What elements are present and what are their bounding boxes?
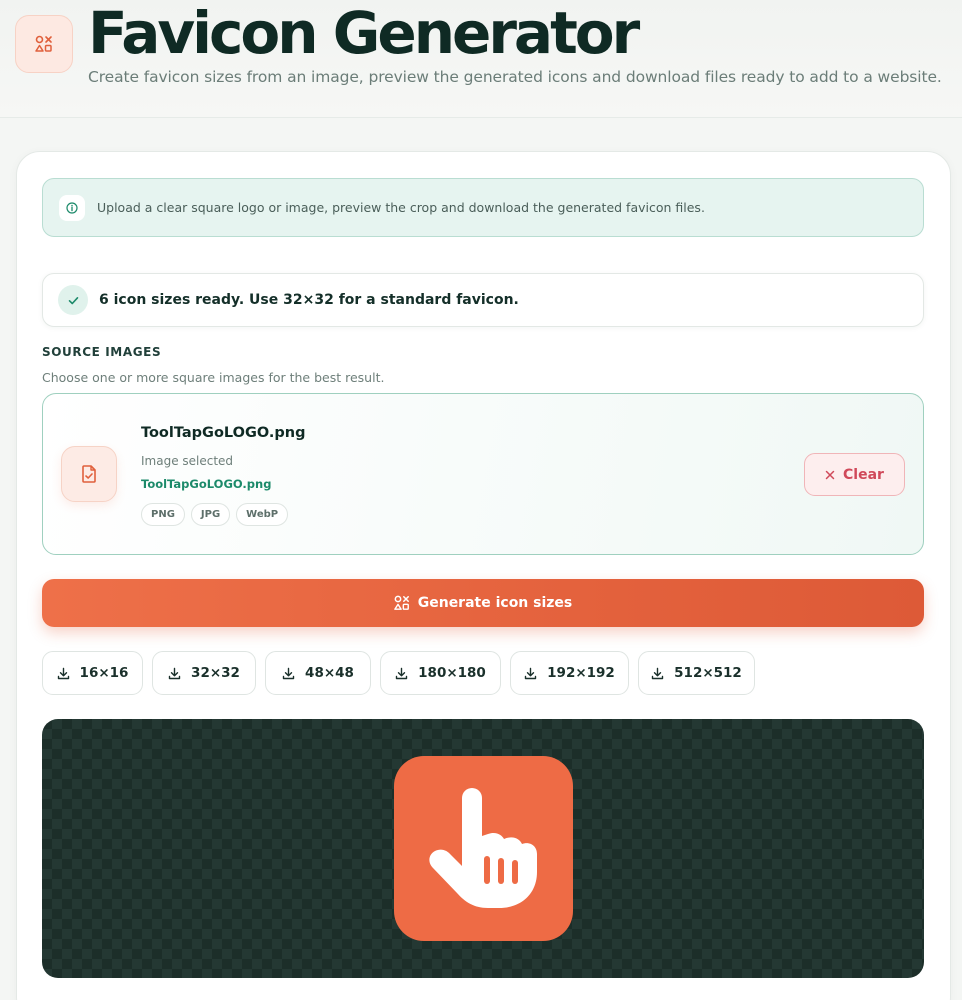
format-chip-png: PNG	[141, 503, 185, 526]
pointing-hand-icon	[428, 787, 537, 908]
info-text: Upload a clear square logo or image, pre…	[97, 200, 705, 215]
favicon-image	[394, 756, 573, 941]
download-16-button[interactable]: 16×16	[42, 651, 143, 695]
close-icon	[825, 470, 835, 479]
app-logo	[15, 15, 73, 73]
download-icon	[395, 667, 408, 679]
section-label: SOURCE IMAGES	[42, 345, 162, 359]
size-label: 48×48	[305, 665, 354, 681]
size-label: 180×180	[418, 665, 486, 681]
download-icon	[282, 667, 295, 679]
file-link: ToolTapGoLOGO.png	[141, 477, 272, 491]
download-512-button[interactable]: 512×512	[638, 651, 755, 695]
file-check-icon	[61, 446, 117, 502]
status-text: 6 icon sizes ready. Use 32×32 for a stan…	[99, 292, 519, 308]
download-icon	[524, 667, 537, 679]
download-180-button[interactable]: 180×180	[380, 651, 501, 695]
page-subtitle: Create favicon sizes from an image, prev…	[88, 68, 942, 86]
size-label: 192×192	[547, 665, 615, 681]
download-icon	[651, 667, 664, 679]
generate-button-label: Generate icon sizes	[417, 595, 573, 611]
file-status: Image selected	[141, 454, 234, 468]
download-icon	[57, 667, 69, 679]
status-message: 6 icon sizes ready. Use 32×32 for a stan…	[42, 273, 924, 327]
section-hint: Choose one or more square images for the…	[42, 370, 385, 385]
clear-button-label: Clear	[843, 466, 884, 483]
check-icon	[58, 285, 88, 315]
generate-button[interactable]: Generate icon sizes	[42, 579, 924, 627]
download-sizes: 16×16 32×32 48×48 180×180 192×192 512×51…	[42, 651, 755, 695]
download-192-button[interactable]: 192×192	[510, 651, 629, 695]
download-32-button[interactable]: 32×32	[152, 651, 256, 695]
format-chip-jpg: JPG	[190, 503, 231, 526]
download-48-button[interactable]: 48×48	[265, 651, 371, 695]
file-name: ToolTapGoLOGO.png	[141, 425, 306, 441]
size-label: 32×32	[191, 665, 240, 681]
shapes-icon	[35, 35, 52, 52]
info-banner: Upload a clear square logo or image, pre…	[42, 178, 924, 237]
page-title: Favicon Generator	[88, 0, 640, 67]
info-icon	[59, 194, 85, 221]
size-label: 512×512	[674, 665, 742, 681]
format-chip-webp: WebP	[236, 503, 289, 526]
download-icon	[168, 667, 181, 679]
format-chips: PNG JPG WebP	[141, 503, 289, 526]
source-image-card[interactable]: ToolTapGoLOGO.png Image selected ToolTap…	[42, 393, 924, 555]
favicon-preview	[42, 719, 924, 978]
clear-button[interactable]: Clear	[804, 453, 905, 496]
shapes-icon	[393, 595, 409, 610]
size-label: 16×16	[79, 665, 129, 681]
page-header: Favicon Generator Create favicon sizes f…	[0, 0, 962, 118]
